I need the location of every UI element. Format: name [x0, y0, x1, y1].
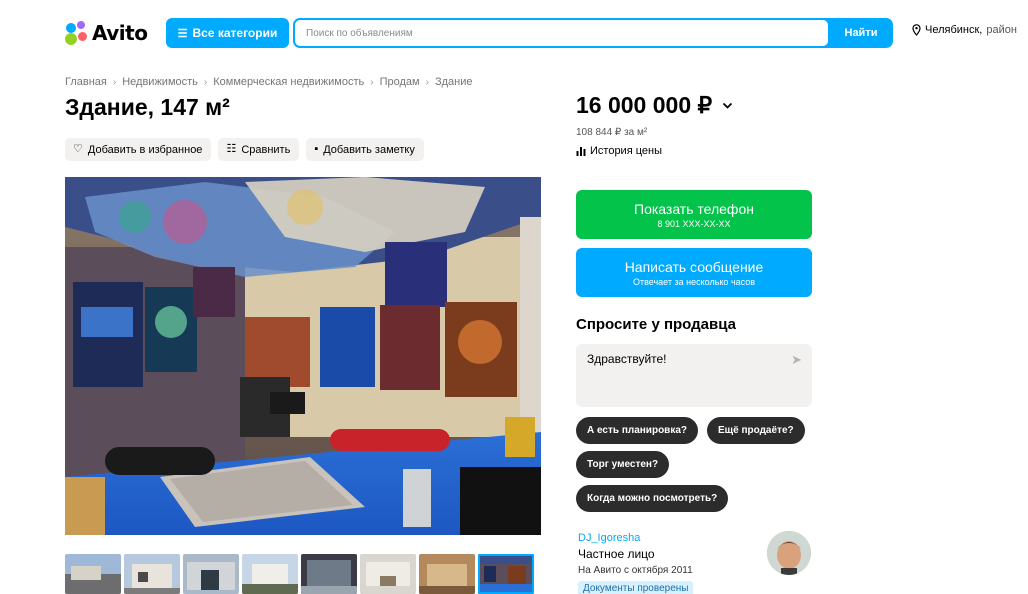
response-time: Отвечает за несколько часов — [632, 276, 756, 287]
avatar-image — [767, 531, 811, 575]
photo-thumbnail[interactable] — [301, 554, 357, 594]
show-phone-label: Показать телефон — [634, 200, 754, 217]
breadcrumb: Главная › Недвижимость › Коммерческая не… — [65, 76, 472, 88]
seller-since: На Авито с октября 2011 — [578, 565, 693, 576]
price-history-label: История цены — [590, 145, 662, 157]
breadcrumb-chevron-icon: › — [203, 76, 208, 88]
ask-seller-box: ➤ — [576, 344, 812, 407]
compare-button[interactable]: ☷ Сравнить — [218, 138, 300, 161]
breadcrumb-item-commercial[interactable]: Коммерческая недвижимость — [213, 76, 364, 88]
location-selector[interactable]: Челябинск, район — [912, 24, 1017, 36]
compare-label: Сравнить — [241, 143, 291, 156]
add-note-button[interactable]: ▪ Добавить заметку — [306, 138, 424, 161]
note-icon: ▪ — [314, 143, 319, 155]
write-message-label: Написать сообщение — [624, 258, 764, 275]
show-phone-button[interactable]: Показать телефон 8 901 XXX-XX-XX — [576, 190, 812, 239]
search-input[interactable] — [295, 20, 828, 46]
documents-verified-badge: Документы проверены — [578, 581, 694, 594]
photo-thumbnail[interactable] — [65, 554, 121, 594]
add-note-label: Добавить заметку — [323, 143, 415, 156]
main-photo[interactable] — [65, 177, 541, 535]
all-categories-button[interactable]: ☰ Все категории — [166, 18, 289, 48]
photo-thumbnail[interactable] — [419, 554, 475, 594]
breadcrumb-chevron-icon: › — [370, 76, 374, 88]
logo-dots-icon — [65, 21, 89, 45]
send-icon[interactable]: ➤ — [791, 352, 802, 368]
price-value: 16 000 000 ₽ — [576, 92, 713, 118]
quick-question-chip[interactable]: Когда можно посмотреть? — [576, 485, 729, 512]
quick-question-chip[interactable]: Торг уместен? — [576, 451, 670, 478]
bar-chart-icon — [576, 147, 586, 156]
avito-logo[interactable]: Avito — [65, 20, 148, 46]
avatar[interactable] — [767, 531, 811, 575]
seller-type: Частное лицо — [578, 547, 655, 561]
location-pin-icon — [912, 24, 921, 36]
price-per-m2: 108 844 ₽ за м² — [576, 127, 648, 138]
quick-question-chip[interactable]: А есть планировка? — [576, 417, 698, 444]
photo-thumbnails — [65, 554, 534, 594]
search-button[interactable]: Найти — [831, 20, 891, 46]
photo-thumbnail[interactable] — [183, 554, 239, 594]
photo-thumbnail[interactable] — [242, 554, 298, 594]
price: 16 000 000 ₽ — [576, 92, 733, 119]
breadcrumb-chevron-icon: › — [112, 76, 117, 88]
listing-actions: ♡ Добавить в избранное ☷ Сравнить ▪ Доба… — [65, 138, 424, 161]
breadcrumb-chevron-icon: › — [425, 76, 429, 88]
breadcrumb-item-building[interactable]: Здание — [435, 76, 473, 88]
photo-thumbnail[interactable] — [124, 554, 180, 594]
quick-question-chip[interactable]: Ещё продаёте? — [707, 417, 805, 444]
page-title: Здание, 147 м² — [65, 94, 230, 120]
write-message-button[interactable]: Написать сообщение Отвечает за несколько… — [576, 248, 812, 297]
location-area: район — [986, 24, 1017, 36]
breadcrumb-item-sell[interactable]: Продам — [380, 76, 420, 88]
breadcrumb-item-home[interactable]: Главная — [65, 76, 107, 88]
categories-list-icon: ☰ — [177, 27, 188, 40]
logo-text: Avito — [92, 21, 148, 45]
add-to-favorites-button[interactable]: ♡ Добавить в избранное — [65, 138, 212, 161]
phone-masked: 8 901 XXX-XX-XX — [657, 218, 731, 229]
location-city: Челябинск, — [925, 24, 983, 36]
listing-photo-image — [65, 177, 541, 535]
add-to-favorites-label: Добавить в избранное — [87, 143, 203, 156]
ask-seller-input[interactable] — [576, 344, 812, 407]
photo-thumbnail[interactable] — [360, 554, 416, 594]
breadcrumb-item-realty[interactable]: Недвижимость — [122, 76, 198, 88]
compare-list-icon: ☷ — [226, 143, 237, 155]
photo-thumbnail-active[interactable] — [478, 554, 534, 594]
seller-name-link[interactable]: DJ_Igoresha — [578, 532, 640, 544]
all-categories-label: Все категории — [192, 26, 278, 40]
search-bar: Найти — [293, 18, 893, 48]
chevron-down-icon[interactable] — [722, 102, 733, 110]
ask-seller-title: Спросите у продавца — [576, 316, 736, 333]
heart-icon: ♡ — [73, 143, 83, 155]
price-history-link[interactable]: История цены — [576, 145, 662, 157]
